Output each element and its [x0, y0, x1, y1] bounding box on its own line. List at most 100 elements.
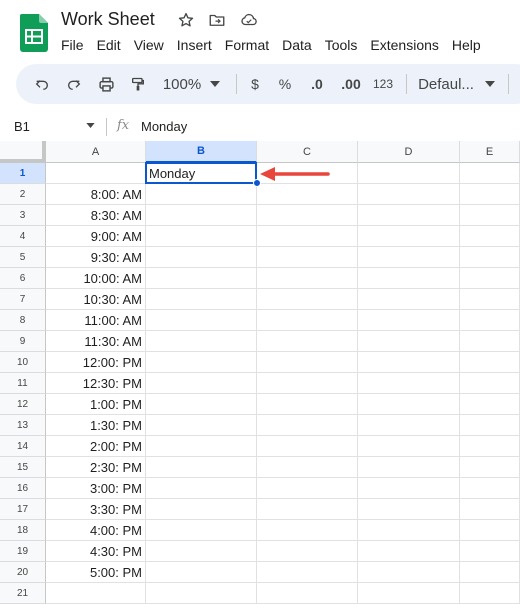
cell-a5[interactable]: 9:30: AM [46, 247, 146, 268]
cell-a16[interactable]: 3:00: PM [46, 478, 146, 499]
row-header-9[interactable]: 9 [0, 331, 46, 352]
cell-c15[interactable] [257, 457, 358, 478]
cell-c6[interactable] [257, 268, 358, 289]
row-header-11[interactable]: 11 [0, 373, 46, 394]
row-header-16[interactable]: 16 [0, 478, 46, 499]
cell-b6[interactable] [146, 268, 257, 289]
cloud-saved-icon[interactable] [239, 10, 259, 30]
cell-d14[interactable] [358, 436, 460, 457]
cell-d17[interactable] [358, 499, 460, 520]
cell-c5[interactable] [257, 247, 358, 268]
row-header-19[interactable]: 19 [0, 541, 46, 562]
row-header-10[interactable]: 10 [0, 352, 46, 373]
row-header-2[interactable]: 2 [0, 184, 46, 205]
cell-a17[interactable]: 3:30: PM [46, 499, 146, 520]
font-select[interactable]: Defaul... [416, 64, 476, 104]
cell-e18[interactable] [460, 520, 520, 541]
cell-b1[interactable]: Monday [146, 163, 257, 184]
cell-a8[interactable]: 11:00: AM [46, 310, 146, 331]
cell-d6[interactable] [358, 268, 460, 289]
decrease-decimal-button[interactable]: .0 [306, 64, 328, 104]
cell-e1[interactable] [460, 163, 520, 184]
cell-a12[interactable]: 1:00: PM [46, 394, 146, 415]
cell-e5[interactable] [460, 247, 520, 268]
currency-format-button[interactable]: $ [246, 64, 264, 104]
cell-a2[interactable]: 8:00: AM [46, 184, 146, 205]
star-icon[interactable] [176, 10, 196, 30]
cell-a13[interactable]: 1:30: PM [46, 415, 146, 436]
menu-edit[interactable]: Edit [97, 37, 121, 53]
cell-b12[interactable] [146, 394, 257, 415]
cell-e16[interactable] [460, 478, 520, 499]
cell-c4[interactable] [257, 226, 358, 247]
cell-a21[interactable] [46, 583, 146, 604]
cell-c2[interactable] [257, 184, 358, 205]
cell-d9[interactable] [358, 331, 460, 352]
cell-a7[interactable]: 10:30: AM [46, 289, 146, 310]
paint-format-icon[interactable] [126, 64, 150, 104]
cell-a19[interactable]: 4:30: PM [46, 541, 146, 562]
cell-e7[interactable] [460, 289, 520, 310]
cell-b13[interactable] [146, 415, 257, 436]
cell-c19[interactable] [257, 541, 358, 562]
cell-d16[interactable] [358, 478, 460, 499]
cell-d1[interactable] [358, 163, 460, 184]
increase-decimal-button[interactable]: .00 [338, 64, 364, 104]
cell-a15[interactable]: 2:30: PM [46, 457, 146, 478]
row-header-18[interactable]: 18 [0, 520, 46, 541]
menu-tools[interactable]: Tools [325, 37, 358, 53]
cell-b7[interactable] [146, 289, 257, 310]
number-format-button[interactable]: 123 [371, 64, 395, 104]
move-to-folder-icon[interactable] [207, 10, 227, 30]
cell-b9[interactable] [146, 331, 257, 352]
column-header-d[interactable]: D [358, 141, 460, 163]
cell-b4[interactable] [146, 226, 257, 247]
cell-e11[interactable] [460, 373, 520, 394]
zoom-caret-icon[interactable] [208, 64, 222, 104]
cell-e3[interactable] [460, 205, 520, 226]
cell-e21[interactable] [460, 583, 520, 604]
cell-a20[interactable]: 5:00: PM [46, 562, 146, 583]
cell-d7[interactable] [358, 289, 460, 310]
cell-c10[interactable] [257, 352, 358, 373]
menu-help[interactable]: Help [452, 37, 481, 53]
row-header-21[interactable]: 21 [0, 583, 46, 604]
row-header-4[interactable]: 4 [0, 226, 46, 247]
cell-b8[interactable] [146, 310, 257, 331]
row-header-8[interactable]: 8 [0, 310, 46, 331]
cell-c21[interactable] [257, 583, 358, 604]
cell-e4[interactable] [460, 226, 520, 247]
document-title[interactable]: Work Sheet [61, 9, 155, 30]
cell-d18[interactable] [358, 520, 460, 541]
menu-extensions[interactable]: Extensions [370, 37, 438, 53]
cell-b16[interactable] [146, 478, 257, 499]
cell-c7[interactable] [257, 289, 358, 310]
column-header-e[interactable]: E [460, 141, 520, 163]
cell-c11[interactable] [257, 373, 358, 394]
row-header-15[interactable]: 15 [0, 457, 46, 478]
select-all-corner[interactable] [0, 141, 46, 163]
cell-a10[interactable]: 12:00: PM [46, 352, 146, 373]
row-header-1[interactable]: 1 [0, 163, 46, 184]
cell-c16[interactable] [257, 478, 358, 499]
cell-c8[interactable] [257, 310, 358, 331]
cell-b17[interactable] [146, 499, 257, 520]
cell-e17[interactable] [460, 499, 520, 520]
cell-d13[interactable] [358, 415, 460, 436]
cell-c12[interactable] [257, 394, 358, 415]
cell-b20[interactable] [146, 562, 257, 583]
row-header-7[interactable]: 7 [0, 289, 46, 310]
cell-e14[interactable] [460, 436, 520, 457]
cell-c14[interactable] [257, 436, 358, 457]
cell-e10[interactable] [460, 352, 520, 373]
cell-e8[interactable] [460, 310, 520, 331]
cell-c9[interactable] [257, 331, 358, 352]
cell-d3[interactable] [358, 205, 460, 226]
row-header-5[interactable]: 5 [0, 247, 46, 268]
cell-a1[interactable] [46, 163, 146, 184]
cell-a3[interactable]: 8:30: AM [46, 205, 146, 226]
cell-e13[interactable] [460, 415, 520, 436]
redo-icon[interactable] [62, 64, 86, 104]
menu-file[interactable]: File [61, 37, 84, 53]
cell-c3[interactable] [257, 205, 358, 226]
